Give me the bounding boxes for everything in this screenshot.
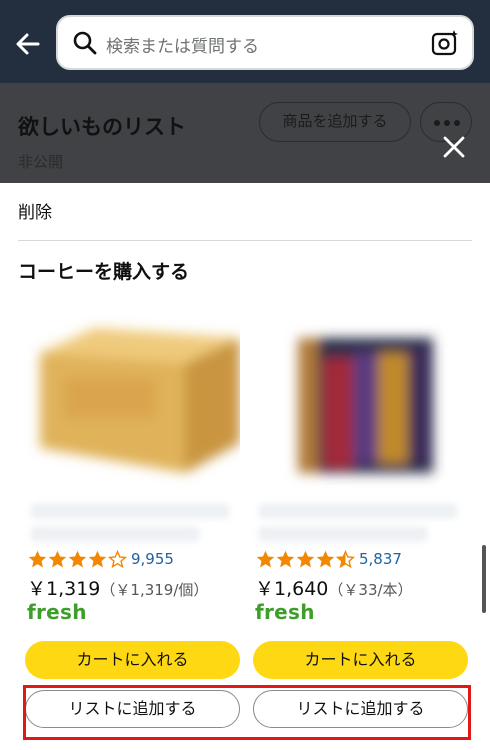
add-to-cart-button[interactable]: カートに入れる <box>25 641 240 679</box>
star-full-icon <box>276 550 295 567</box>
camera-lens-icon[interactable] <box>430 28 460 58</box>
price: ￥1,640（￥33/本） <box>255 574 413 601</box>
star-full-icon <box>316 550 335 567</box>
wishlist-title: 欲しいものリスト <box>18 115 186 139</box>
star-empty-icon <box>107 549 128 568</box>
search-input[interactable]: 検索または質問する <box>106 32 259 57</box>
price: ￥1,319（￥1,319/個） <box>27 574 208 601</box>
star-full-icon <box>88 550 107 567</box>
delete-option[interactable]: 削除 <box>18 198 52 223</box>
add-to-list-button[interactable]: リストに追加する <box>253 690 468 728</box>
star-full-icon <box>296 550 315 567</box>
divider <box>18 240 472 241</box>
star-full-icon <box>256 550 275 567</box>
title-placeholder <box>258 503 458 519</box>
fresh-badge: fresh <box>27 600 87 624</box>
unit-price: （￥1,319/個） <box>100 581 209 599</box>
scrollbar[interactable] <box>482 545 486 613</box>
product-card: 9,955 ￥1,319（￥1,319/個） fresh カートに入れる リスト… <box>25 298 240 738</box>
star-full-icon <box>68 550 87 567</box>
section-title: コーヒーを購入する <box>18 261 190 283</box>
close-icon[interactable] <box>440 133 468 161</box>
action-sheet: 削除 コーヒーを購入する 9,955 ￥1,319（￥1,319/個） fres… <box>0 183 490 750</box>
search-box[interactable]: 検索または質問する <box>56 15 474 70</box>
wishlist-header-overlay: 欲しいものリスト 非公開 商品を追加する <box>0 83 490 183</box>
review-count-link[interactable]: 5,837 <box>359 550 402 568</box>
price-value: ￥1,319 <box>27 578 101 600</box>
title-placeholder <box>258 526 428 542</box>
title-placeholder <box>30 526 200 542</box>
product-card: 5,837 ￥1,640（￥33/本） fresh カートに入れる リストに追加… <box>253 298 468 738</box>
back-arrow-icon[interactable] <box>12 28 44 60</box>
review-count-link[interactable]: 9,955 <box>131 550 174 568</box>
top-search-bar: 検索または質問する <box>0 0 490 83</box>
star-rating <box>255 549 356 570</box>
price-value: ￥1,640 <box>255 578 329 600</box>
star-half-icon <box>335 549 356 568</box>
star-rating <box>27 549 128 570</box>
title-placeholder <box>30 503 230 519</box>
search-icon <box>73 31 97 55</box>
star-full-icon <box>48 550 67 567</box>
wishlist-privacy: 非公開 <box>18 153 64 171</box>
unit-price: （￥33/本） <box>328 581 413 599</box>
rating-row[interactable]: 5,837 <box>255 548 402 570</box>
star-full-icon <box>28 550 47 567</box>
fresh-badge: fresh <box>255 600 315 624</box>
add-to-list-button[interactable]: リストに追加する <box>25 690 240 728</box>
add-item-button[interactable]: 商品を追加する <box>259 102 411 142</box>
rating-row[interactable]: 9,955 <box>27 548 174 570</box>
add-to-cart-button[interactable]: カートに入れる <box>253 641 468 679</box>
